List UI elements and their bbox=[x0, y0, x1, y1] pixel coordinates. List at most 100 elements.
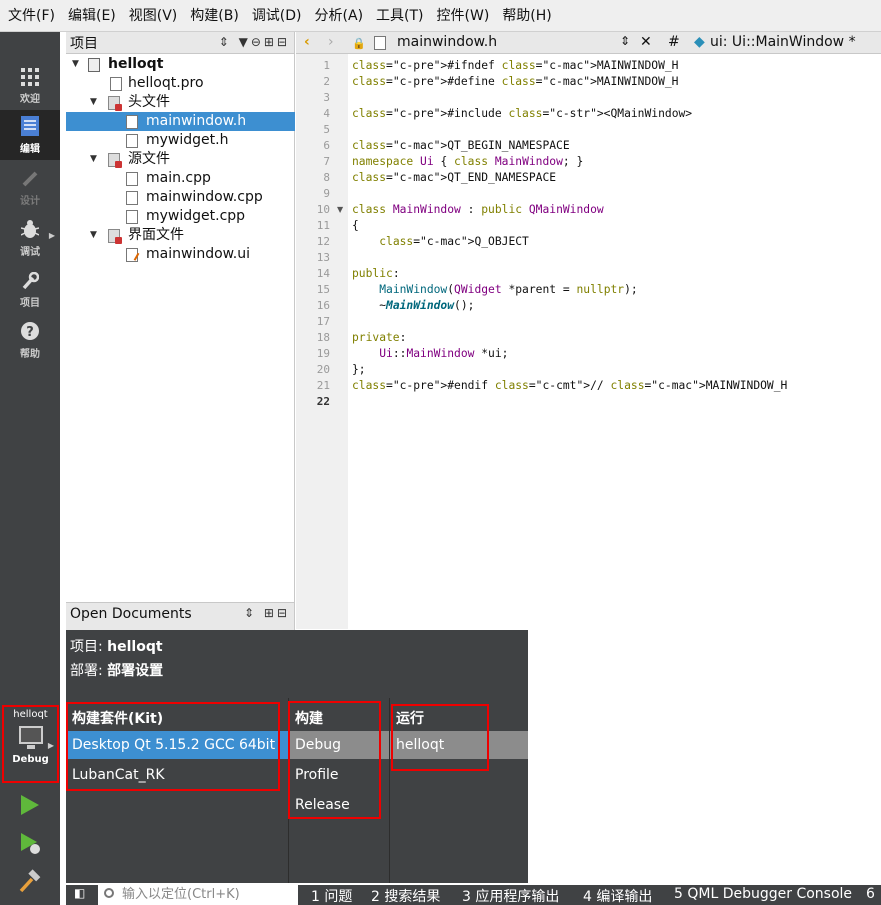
fold-marker-icon[interactable]: ▼ bbox=[337, 205, 343, 214]
collapse-arrow-icon[interactable]: ▼ bbox=[90, 226, 97, 245]
collapse-arrow-icon[interactable]: ▼ bbox=[72, 55, 79, 74]
code-line[interactable] bbox=[352, 186, 787, 202]
menu-help[interactable]: 帮助(H) bbox=[498, 4, 555, 28]
lock-icon: 🔒 bbox=[352, 37, 366, 50]
collapse-arrow-icon[interactable]: ▼ bbox=[90, 93, 97, 112]
open-documents-panel: Open Documents ⇕ ⊞⊟ bbox=[66, 602, 295, 630]
code-line[interactable]: class="c-mac">QT_BEGIN_NAMESPACE bbox=[352, 138, 787, 154]
split-icon[interactable]: ⊞ bbox=[264, 606, 277, 620]
code-line[interactable] bbox=[352, 250, 787, 266]
code-line[interactable]: ~MainWindow(); bbox=[352, 298, 787, 314]
close-panel-icon[interactable]: ⊟ bbox=[277, 606, 290, 620]
line-number: 22 bbox=[316, 395, 330, 408]
tree-item-mainwindow-ui[interactable]: mainwindow.ui bbox=[66, 245, 295, 264]
code-line[interactable] bbox=[352, 314, 787, 330]
split-icon[interactable]: ⊞ bbox=[264, 35, 277, 49]
code-line[interactable]: class="c-mac">QT_END_NAMESPACE bbox=[352, 170, 787, 186]
line-number: 12 bbox=[316, 235, 330, 248]
link-icon[interactable]: ⊖ bbox=[251, 35, 264, 49]
code-line[interactable]: class="c-pre">#define class="c-mac">MAIN… bbox=[352, 74, 787, 90]
code-line[interactable]: }; bbox=[352, 362, 787, 378]
mode-welcome[interactable]: 欢迎 bbox=[0, 60, 60, 110]
toggle-sidebar-icon[interactable]: ◧ bbox=[74, 886, 85, 900]
mode-projects[interactable]: 项目 bbox=[0, 264, 60, 314]
close-panel-icon[interactable]: ⊟ bbox=[277, 35, 290, 49]
highlight-box-kit bbox=[66, 702, 280, 791]
locator-input[interactable]: 输入以定位(Ctrl+K) bbox=[98, 885, 298, 905]
symbol-selector[interactable]: ui: Ui::MainWindow * bbox=[710, 34, 856, 50]
sort-icon[interactable]: ⇕ bbox=[244, 606, 257, 620]
code-line[interactable]: class MainWindow : public QMainWindow bbox=[352, 202, 787, 218]
mode-design[interactable]: 设计 bbox=[0, 162, 60, 212]
filter-icon[interactable]: ▼ bbox=[239, 35, 251, 49]
expand-arrow-icon: ▶ bbox=[47, 741, 54, 750]
search-icon bbox=[104, 888, 114, 898]
menu-debug[interactable]: 调试(D) bbox=[248, 4, 306, 28]
tree-item-mywidget-cpp[interactable]: mywidget.cpp bbox=[66, 207, 295, 226]
debug-run-button[interactable] bbox=[18, 831, 42, 855]
code-line[interactable] bbox=[352, 90, 787, 106]
code-line[interactable]: Ui::MainWindow *ui; bbox=[352, 346, 787, 362]
menu-view[interactable]: 视图(V) bbox=[125, 4, 182, 28]
menu-widgets[interactable]: 控件(W) bbox=[433, 4, 494, 28]
tree-item-mywidget-h[interactable]: mywidget.h bbox=[66, 131, 295, 150]
menu-bar: 文件(F) 编辑(E) 视图(V) 构建(B) 调试(D) 分析(A) 工具(T… bbox=[0, 0, 881, 32]
tree-item-mainwindow-h[interactable]: mainwindow.h bbox=[66, 112, 295, 131]
tree-item-sources[interactable]: ▼ 源文件 bbox=[66, 150, 295, 169]
output-tab-qml-console[interactable]: 5 QML Debugger Console bbox=[674, 886, 852, 902]
kit-selector-button[interactable]: helloqt ▶ Debug bbox=[2, 705, 59, 783]
code-line[interactable]: namespace Ui { class MainWindow; } bbox=[352, 154, 787, 170]
tree-item-forms[interactable]: ▼ 界面文件 bbox=[66, 226, 295, 245]
build-button[interactable] bbox=[18, 869, 42, 893]
code-line[interactable]: private: bbox=[352, 330, 787, 346]
output-tab-compile-output[interactable]: 4 编译输出 bbox=[583, 886, 652, 905]
output-tab-search-results[interactable]: 2 搜索结果 bbox=[371, 886, 440, 905]
tree-item-main-cpp[interactable]: main.cpp bbox=[66, 169, 295, 188]
line-number: 16 bbox=[316, 299, 330, 312]
menu-edit[interactable]: 编辑(E) bbox=[64, 4, 120, 28]
sort-icon[interactable]: ⇕ bbox=[219, 35, 232, 49]
output-tab-issues[interactable]: 1 问题 bbox=[311, 886, 352, 905]
mode-edit[interactable]: 编辑 bbox=[0, 110, 60, 160]
code-line[interactable]: MainWindow(QWidget *parent = nullptr); bbox=[352, 282, 787, 298]
code-line[interactable]: { bbox=[352, 218, 787, 234]
mode-debug[interactable]: ▶ 调试 bbox=[0, 213, 60, 263]
highlight-box-build bbox=[288, 701, 381, 819]
mode-help[interactable]: ? 帮助 bbox=[0, 315, 60, 365]
code-line[interactable]: class="c-pre">#ifndef class="c-mac">MAIN… bbox=[352, 58, 787, 74]
code-line[interactable]: class="c-pre">#include class="c-str"><QM… bbox=[352, 106, 787, 122]
line-number: 19 bbox=[316, 347, 330, 360]
code-line[interactable]: class="c-mac">Q_OBJECT bbox=[352, 234, 787, 250]
edit-doc-icon bbox=[0, 110, 60, 140]
open-documents-header: Open Documents ⇕ ⊞⊟ bbox=[66, 603, 294, 625]
tree-item-project[interactable]: ▼ helloqt bbox=[66, 55, 295, 74]
code-line[interactable] bbox=[352, 122, 787, 138]
tree-item-headers[interactable]: ▼ 头文件 bbox=[66, 93, 295, 112]
menu-file[interactable]: 文件(F) bbox=[4, 4, 59, 28]
tree-item-mainwindow-cpp[interactable]: mainwindow.cpp bbox=[66, 188, 295, 207]
menu-tools[interactable]: 工具(T) bbox=[372, 4, 427, 28]
collapse-arrow-icon[interactable]: ▼ bbox=[90, 150, 97, 169]
menu-analyze[interactable]: 分析(A) bbox=[311, 4, 368, 28]
tree-item-pro-file[interactable]: helloqt.pro bbox=[66, 74, 295, 93]
file-dropdown-icon[interactable]: ⇕ bbox=[620, 34, 630, 48]
output-tab-6[interactable]: 6 bbox=[866, 886, 875, 902]
code-editor[interactable]: class="c-pre">#ifndef class="c-mac">MAIN… bbox=[352, 58, 787, 410]
popup-project-value: helloqt bbox=[107, 639, 163, 655]
status-bar: ◧ 输入以定位(Ctrl+K) 1 问题 2 搜索结果 3 应用程序输出 4 编… bbox=[66, 885, 881, 905]
run-button[interactable] bbox=[18, 793, 42, 817]
menu-build[interactable]: 构建(B) bbox=[186, 4, 243, 28]
locator-placeholder: 输入以定位(Ctrl+K) bbox=[122, 887, 240, 902]
editor-file-name[interactable]: mainwindow.h bbox=[397, 34, 497, 50]
forward-arrow-icon[interactable]: › bbox=[328, 34, 334, 50]
header-file-icon bbox=[374, 36, 386, 50]
back-arrow-icon[interactable]: ‹ bbox=[304, 34, 310, 50]
code-line[interactable]: class="c-pre">#endif class="c-cmt">// cl… bbox=[352, 378, 787, 394]
source-file-icon bbox=[126, 210, 138, 224]
line-number: 5 bbox=[323, 123, 330, 136]
code-line[interactable]: public: bbox=[352, 266, 787, 282]
close-file-icon[interactable]: ✕ bbox=[640, 34, 652, 50]
code-line[interactable] bbox=[352, 394, 787, 410]
output-tab-app-output[interactable]: 3 应用程序输出 bbox=[462, 886, 559, 905]
highlight-box-run bbox=[391, 704, 489, 771]
